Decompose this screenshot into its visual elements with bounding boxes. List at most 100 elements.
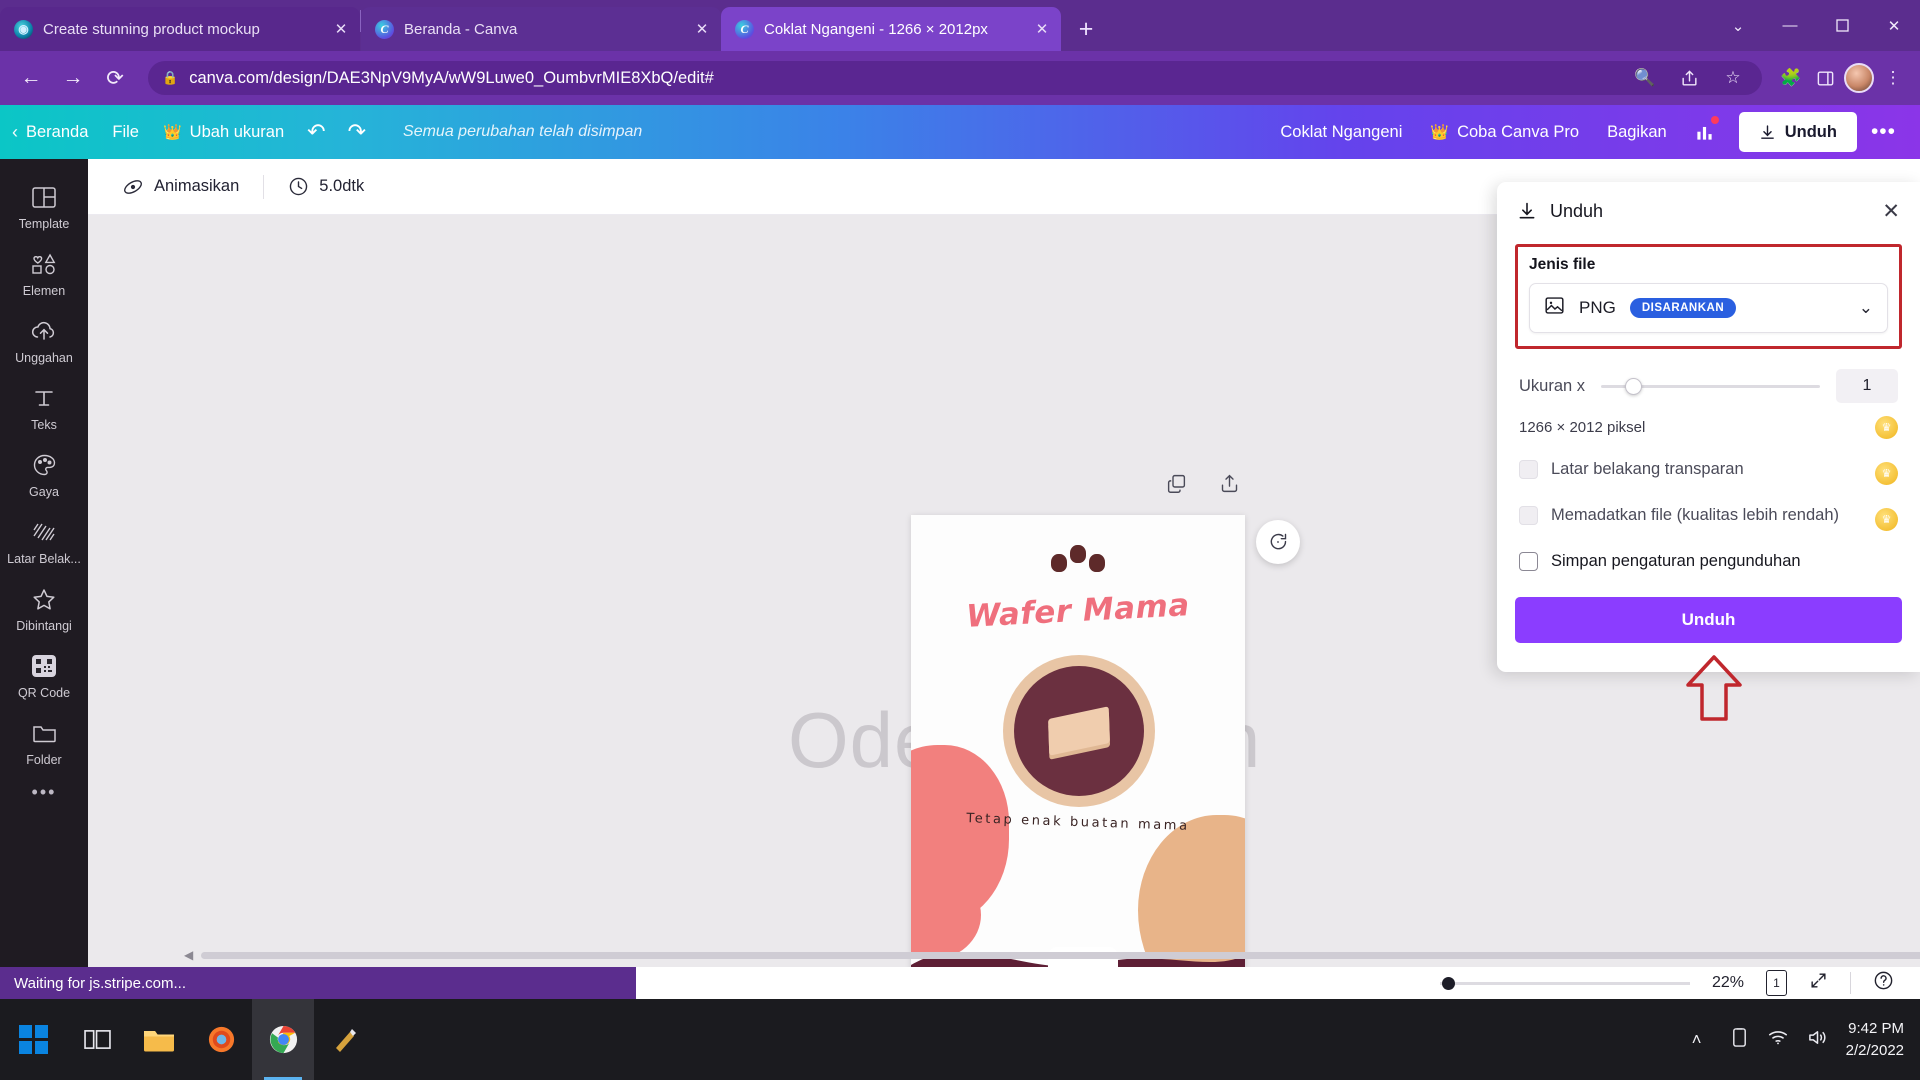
panel-download-button[interactable]: Unduh	[1515, 597, 1902, 644]
chevron-down-icon[interactable]: ⌄	[1712, 5, 1764, 47]
scroll-track[interactable]	[201, 951, 1920, 959]
menu-icon[interactable]: ⋮	[1878, 63, 1908, 93]
crown-icon: 👑	[1430, 124, 1450, 141]
tab-title: Create stunning product mockup	[43, 20, 260, 38]
undo-button[interactable]: ↶	[296, 113, 336, 151]
duration-label: 5.0dtk	[319, 177, 365, 195]
browser-tab-1[interactable]: ◉ Create stunning product mockup ✕	[0, 7, 360, 51]
close-button[interactable]: ✕	[1868, 5, 1920, 47]
download-button[interactable]: Unduh	[1738, 112, 1857, 152]
chevron-up-icon[interactable]: ˄	[1692, 1030, 1712, 1050]
help-icon[interactable]	[1873, 970, 1894, 996]
firefox-icon[interactable]	[190, 999, 252, 1080]
sidebar-item-label: Template	[18, 217, 70, 231]
notification-dot	[1710, 116, 1719, 124]
resize-label: Ubah ukuran	[189, 122, 285, 141]
windows-logo-icon	[18, 1025, 48, 1054]
redo-button[interactable]: ↷	[337, 113, 377, 151]
sidebar-more-button[interactable]: •••	[32, 782, 57, 803]
tab-close-button[interactable]: ✕	[1031, 18, 1053, 40]
add-page-icon[interactable]	[1219, 473, 1240, 500]
file-type-select[interactable]: PNG DISARANKAN ⌄	[1529, 283, 1888, 333]
start-button[interactable]	[0, 1025, 66, 1054]
file-type-value: PNG	[1579, 298, 1616, 317]
compress-file-row[interactable]: Memadatkan file (kualitas lebih rendah) …	[1515, 504, 1902, 531]
file-explorer-icon[interactable]	[128, 999, 190, 1080]
sidebar-item-gaya[interactable]: Gaya	[0, 441, 88, 508]
file-type-highlight-box: Jenis file PNG DISARANKAN ⌄	[1515, 244, 1902, 349]
star-icon[interactable]: ☆	[1718, 63, 1748, 93]
compress-file-checkbox[interactable]	[1519, 506, 1538, 525]
extensions-icon[interactable]: 🧩	[1776, 63, 1806, 93]
brand-name-text[interactable]: Wafer Mama	[911, 584, 1245, 637]
taskbar-clock[interactable]: 9:42 PM 2/2/2022	[1846, 1018, 1904, 1062]
maximize-button[interactable]	[1816, 5, 1868, 47]
new-tab-button[interactable]: +	[1069, 12, 1103, 46]
zoom-slider[interactable]	[1439, 974, 1690, 992]
page-tools	[1166, 473, 1240, 500]
duration-button[interactable]: 5.0dtk	[276, 168, 376, 206]
transparent-background-row[interactable]: Latar belakang transparan ♛	[1515, 458, 1902, 485]
comment-icon[interactable]	[1256, 520, 1300, 564]
document-title[interactable]: Coklat Ngangeni	[1268, 113, 1414, 151]
scroll-left-icon[interactable]: ◀	[184, 948, 193, 962]
animate-button[interactable]: Animasikan	[110, 168, 251, 206]
onedrive-icon[interactable]	[1730, 1027, 1749, 1053]
slider-handle[interactable]	[1625, 377, 1643, 395]
url-text: canva.com/design/DAE3NpV9MyA/wW9Luwe0_Ou…	[189, 68, 714, 87]
address-bar[interactable]: 🔒 canva.com/design/DAE3NpV9MyA/wW9Luwe0_…	[148, 61, 1762, 95]
sidebar-item-elemen[interactable]: Elemen	[0, 240, 88, 307]
tab-close-button[interactable]: ✕	[691, 18, 713, 40]
wifi-icon[interactable]	[1767, 1028, 1789, 1051]
sidebar-item-teks[interactable]: Teks	[0, 374, 88, 441]
task-view-icon[interactable]	[66, 999, 128, 1080]
sidebar-item-label: Gaya	[29, 485, 59, 499]
insights-button[interactable]	[1683, 113, 1727, 151]
size-value-input[interactable]: 1	[1836, 369, 1898, 403]
reload-button[interactable]: ⟳	[96, 59, 134, 97]
logo-circle-outer	[1003, 655, 1155, 807]
transparent-background-checkbox[interactable]	[1519, 460, 1538, 479]
share-icon[interactable]	[1674, 63, 1704, 93]
more-options-button[interactable]: •••	[1861, 120, 1906, 144]
sidebar-item-latar-belakang[interactable]: Latar Belak...	[0, 508, 88, 575]
design-page[interactable]: Wafer Mama Tetap enak buatan mama	[911, 515, 1245, 987]
tab-close-button[interactable]: ✕	[330, 18, 352, 40]
close-icon[interactable]: ✕	[1882, 199, 1900, 224]
try-canva-pro-button[interactable]: 👑 Coba Canva Pro	[1418, 113, 1591, 151]
browser-tab-3-active[interactable]: C Coklat Ngangeni - 1266 × 2012px ✕	[721, 7, 1061, 51]
logo-circle-inner	[1014, 666, 1144, 796]
horizontal-scrollbar[interactable]: ◀ ▶	[176, 948, 1920, 962]
download-panel-title: Unduh	[1550, 200, 1604, 221]
chrome-icon[interactable]	[252, 999, 314, 1080]
file-label: File	[112, 122, 139, 141]
page-count-button[interactable]: 1	[1766, 968, 1790, 996]
duplicate-page-icon[interactable]	[1166, 473, 1187, 500]
sidebar-item-unggahan[interactable]: Unggahan	[0, 307, 88, 374]
size-slider[interactable]	[1601, 377, 1820, 395]
chocolate-decoration	[911, 543, 1245, 572]
save-settings-row[interactable]: Simpan pengaturan pengunduhan	[1515, 550, 1902, 572]
back-button[interactable]: ←	[12, 59, 50, 97]
browser-tab-2[interactable]: C Beranda - Canva ✕	[361, 7, 721, 51]
sidebar-item-folder[interactable]: Folder	[0, 709, 88, 776]
resize-button[interactable]: 👑 Ubah ukuran	[151, 113, 296, 151]
animate-label: Animasikan	[154, 177, 240, 195]
volume-icon[interactable]	[1807, 1028, 1828, 1052]
profile-avatar[interactable]	[1844, 63, 1874, 93]
sidepanel-icon[interactable]	[1810, 63, 1840, 93]
forward-button[interactable]: →	[54, 59, 92, 97]
home-button[interactable]: ‹ Beranda	[0, 113, 100, 151]
save-settings-checkbox[interactable]	[1519, 552, 1538, 571]
chevron-down-icon[interactable]: ⌄	[1859, 298, 1873, 318]
file-menu-button[interactable]: File	[100, 113, 151, 151]
minimize-button[interactable]: —	[1764, 5, 1816, 47]
snipping-tool-icon[interactable]	[314, 999, 376, 1080]
expand-icon[interactable]	[1809, 971, 1828, 995]
sidebar-item-dibintangi[interactable]: Dibintangi	[0, 575, 88, 642]
sidebar-item-template[interactable]: Template	[0, 173, 88, 240]
sidebar-item-qr-code[interactable]: QR Code	[0, 642, 88, 709]
search-icon[interactable]: 🔍	[1630, 63, 1660, 93]
zoom-handle[interactable]	[1442, 976, 1456, 990]
share-button[interactable]: Bagikan	[1595, 113, 1679, 151]
